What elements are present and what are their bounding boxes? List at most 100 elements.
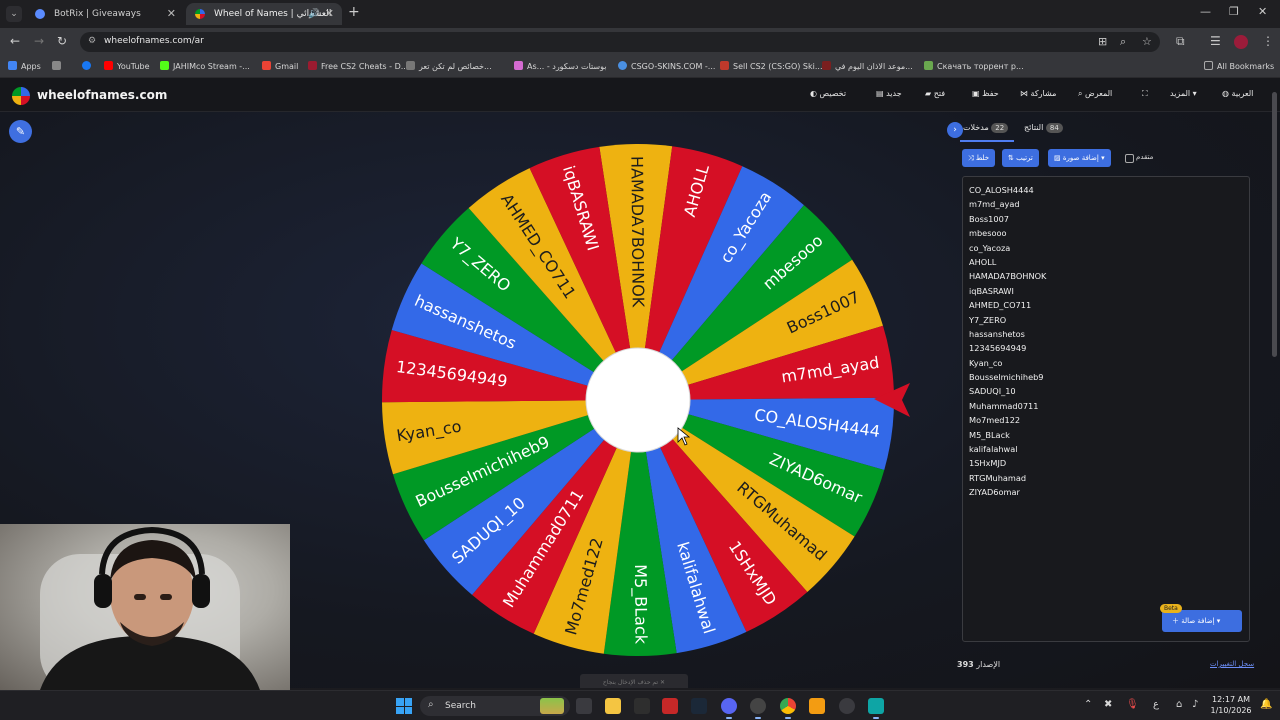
discord-icon[interactable]	[721, 698, 737, 719]
address-bar[interactable]: ⚙ wheelofnames.com/ar ⊞ ⌕ ☆	[80, 32, 1160, 52]
network-icon[interactable]: ⌂	[1176, 699, 1182, 710]
menu-gallery[interactable]: ⌕ المعرض	[1078, 89, 1112, 99]
entry-line[interactable]: co_Yacoza	[969, 241, 1243, 255]
steam-icon[interactable]	[691, 698, 707, 714]
shuffle-button[interactable]: ⤨ خلط	[962, 149, 996, 167]
entry-line[interactable]: kalifalahwal	[969, 442, 1243, 456]
kebab-menu-icon[interactable]: ⋮	[1262, 34, 1274, 48]
close-window-icon[interactable]: ✕	[1258, 5, 1267, 18]
entry-line[interactable]: RTGMuhamad	[969, 471, 1243, 485]
collapse-panel-chevron-icon[interactable]: ›	[947, 122, 963, 138]
notifications-bell-icon[interactable]: 🔔	[1260, 699, 1272, 710]
bookmark-csgo-skins[interactable]: CSGO-SKINS.COM -...	[618, 61, 715, 71]
entry-line[interactable]: 12345694949	[969, 341, 1243, 355]
add-image-button[interactable]: ▨ إضافة صورة ▾	[1048, 149, 1111, 167]
entry-line[interactable]: Kyan_co	[969, 356, 1243, 370]
app-icon[interactable]	[868, 698, 884, 719]
profile-avatar[interactable]	[1234, 35, 1248, 49]
reload-icon[interactable]: ↻	[57, 34, 67, 48]
menu-new[interactable]: ▤ جديد	[876, 89, 902, 98]
system-clock[interactable]: 12:17 AM 1/10/2026	[1206, 694, 1256, 716]
add-entry-button[interactable]: ＋ إضافة صالة ▾	[1162, 610, 1242, 632]
tab-results[interactable]: النتائج 84	[1024, 123, 1067, 133]
menu-fullscreen[interactable]: ⛶	[1142, 89, 1148, 99]
search-highlight-icon[interactable]	[540, 698, 564, 714]
bookmark-facebook[interactable]	[82, 61, 95, 71]
extensions-icon[interactable]: ⧉	[1176, 34, 1185, 49]
advanced-checkbox[interactable]	[1125, 154, 1134, 163]
translate-icon[interactable]: ⊞	[1098, 35, 1107, 48]
tab-botrix[interactable]: BotRix | Giveaways ✕	[26, 3, 184, 25]
entry-line[interactable]: HAMADA7BOHNOK	[969, 269, 1243, 283]
bookmark-cs2-cheats[interactable]: Free CS2 Cheats - D...	[308, 61, 408, 71]
menu-open[interactable]: ▰ فتح	[925, 89, 945, 98]
close-tab-icon[interactable]: ✕	[325, 3, 334, 25]
bookmark-gmail[interactable]: Gmail	[262, 61, 298, 71]
file-explorer-icon[interactable]	[605, 698, 621, 714]
forward-icon[interactable]: →	[34, 34, 44, 48]
new-tab-plus-icon[interactable]: +	[348, 4, 360, 20]
entry-line[interactable]: iqBASRAWI	[969, 284, 1243, 298]
entry-line[interactable]: Y7_ZERO	[969, 313, 1243, 327]
settings-gear-icon[interactable]	[839, 698, 855, 714]
entry-line[interactable]: AHMED_CO711	[969, 298, 1243, 312]
bookmark-star-icon[interactable]: ☆	[1142, 35, 1152, 48]
tab-groups-icon[interactable]: ☰	[1210, 34, 1221, 48]
back-icon[interactable]: ←	[10, 34, 20, 48]
speaker-icon[interactable]: 🔊	[309, 3, 320, 25]
site-logo-text[interactable]: wheelofnames.com	[37, 88, 167, 102]
site-info-icon[interactable]: ⚙	[88, 36, 96, 46]
bookmark-all[interactable]: All Bookmarks	[1204, 61, 1274, 71]
bookmark-sell-cs2[interactable]: Sell CS2 (CS:GO) Ski...	[720, 61, 823, 71]
spin-wheel[interactable]: HAMADA7BOHNOK AHOLL co_YacozambesoooBoss10…	[380, 140, 920, 660]
bookmark-youtube[interactable]: YouTube	[104, 61, 150, 71]
menu-more[interactable]: المزيد ▾	[1170, 89, 1197, 98]
wheel-center-hub[interactable]	[585, 347, 691, 453]
restore-icon[interactable]: ❐	[1229, 5, 1239, 18]
microphone-icon[interactable]: 🎙	[1126, 699, 1139, 710]
bookmark-jahimco[interactable]: JAHIMco Stream -...	[160, 61, 250, 71]
app-icon[interactable]	[809, 698, 825, 714]
entry-line[interactable]: Bousselmichiheb9	[969, 370, 1243, 384]
entry-line[interactable]: Muhammad0711	[969, 399, 1243, 413]
entry-line[interactable]: 1SHxMJD	[969, 456, 1243, 470]
entry-line[interactable]: AHOLL	[969, 255, 1243, 269]
volume-icon[interactable]: ♪	[1192, 699, 1198, 710]
menu-customize[interactable]: ◐ تخصيص	[810, 89, 846, 98]
input-language[interactable]: ع	[1153, 699, 1159, 710]
bookmark-prayer-times[interactable]: موعد الاذان اليوم في...	[822, 61, 913, 71]
wheel-logo-icon[interactable]	[12, 87, 30, 105]
obs-icon[interactable]	[750, 698, 766, 719]
tray-chevron-up-icon[interactable]: ⌃	[1084, 699, 1092, 710]
menu-share[interactable]: ⋈ مشاركة	[1020, 89, 1056, 98]
bookmark-apps[interactable]: Apps	[8, 61, 41, 71]
entry-line[interactable]: Mo7med122	[969, 413, 1243, 427]
entry-line[interactable]: M5_BLack	[969, 428, 1243, 442]
tab-entries[interactable]: مدخلات 22	[963, 123, 1012, 133]
tray-app-icon[interactable]: ✖	[1104, 699, 1112, 710]
minimize-icon[interactable]: —	[1200, 5, 1211, 18]
entry-line[interactable]: SADUQI_10	[969, 384, 1243, 398]
scrollbar-thumb[interactable]	[1272, 92, 1277, 357]
changelog-link[interactable]: سجل التغييرات	[1210, 660, 1254, 668]
menu-save[interactable]: ▣ حفظ	[972, 89, 999, 98]
entry-line[interactable]: Boss1007	[969, 212, 1243, 226]
entries-textarea[interactable]: CO_ALOSH4444 m7md_ayad Boss1007 mbesooo co_Y…	[962, 176, 1250, 642]
entry-line[interactable]: mbesooo	[969, 226, 1243, 240]
close-icon[interactable]: ✕	[660, 679, 665, 686]
bookmark-torrent[interactable]: Скачать торрент р...	[924, 61, 1024, 71]
chrome-icon[interactable]	[780, 698, 796, 719]
tab-search-button[interactable]: ⌄	[6, 6, 22, 22]
close-tab-icon[interactable]: ✕	[167, 3, 176, 25]
task-view-icon[interactable]	[576, 698, 592, 714]
menu-language[interactable]: ◍ العربية	[1222, 89, 1253, 98]
zoom-icon[interactable]: ⌕	[1120, 35, 1126, 49]
sort-button[interactable]: ⇅ ترتيب	[1002, 149, 1039, 167]
start-button-windows-icon[interactable]	[396, 698, 412, 714]
entry-line[interactable]: ZIYAD6omar	[969, 485, 1243, 499]
entry-line[interactable]: CO_ALOSH4444	[969, 183, 1243, 197]
tab-wheel-of-names[interactable]: Wheel of Names | العشوائي 🔊 ✕	[186, 3, 342, 25]
ghub-icon[interactable]	[634, 698, 650, 714]
entry-line[interactable]: hassanshetos	[969, 327, 1243, 341]
bookmark-grid[interactable]	[52, 61, 65, 71]
